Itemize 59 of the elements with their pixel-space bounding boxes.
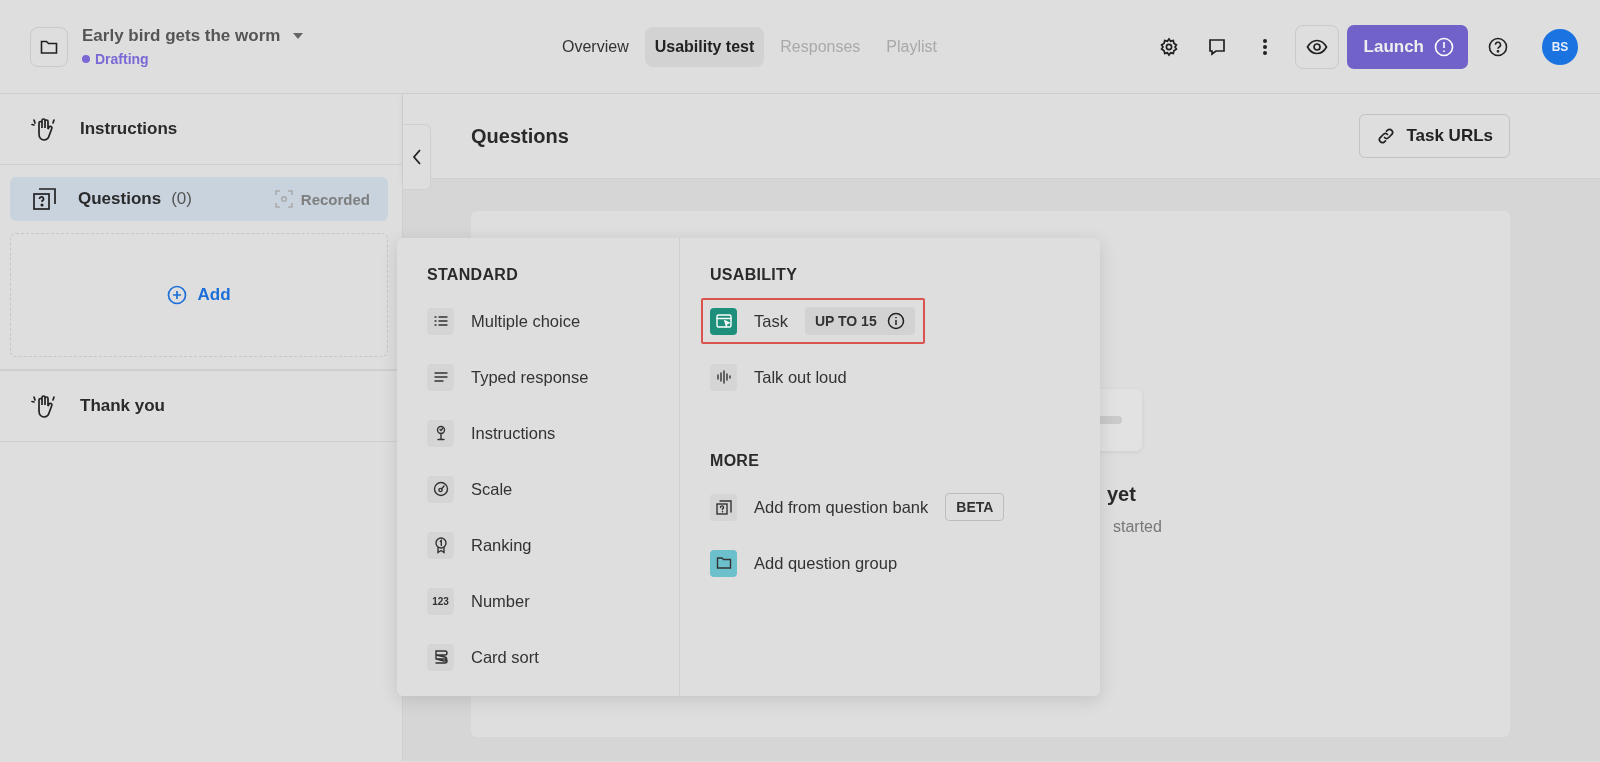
nav-tab[interactable]: Overview — [552, 26, 639, 67]
question-cards-icon — [714, 498, 733, 516]
menu-badge: BETA — [945, 493, 1005, 521]
empty-state-title: yet — [1107, 483, 1137, 506]
recorded-label: Recorded — [300, 190, 370, 208]
page-title: Questions — [471, 124, 570, 148]
settings-icon[interactable] — [1158, 36, 1179, 57]
menu-item[interactable]: Card sort — [418, 634, 549, 680]
menu-item[interactable]: 123 Number — [418, 578, 540, 624]
help-icon[interactable] — [1488, 36, 1508, 57]
comment-icon[interactable] — [1206, 36, 1227, 57]
sidebar-item[interactable]: Instructions — [0, 94, 402, 165]
folder-icon — [40, 38, 58, 55]
user-avatar[interactable]: BS — [1542, 28, 1578, 65]
section-heading: STANDARD — [427, 266, 519, 284]
menu-item[interactable]: Add question group — [701, 540, 908, 586]
waving-hand-icon — [30, 115, 58, 143]
section-heading: MORE — [710, 452, 761, 470]
status-label: Drafting — [95, 51, 149, 67]
folder-icon — [714, 554, 733, 572]
eye-icon — [1305, 38, 1328, 55]
menu-item[interactable]: Talk out loud — [701, 354, 857, 400]
record-frame-icon — [274, 190, 293, 208]
waving-hand-icon — [30, 392, 58, 420]
sound-wave-icon — [714, 368, 733, 386]
more-icon[interactable] — [1261, 36, 1268, 57]
task-urls-button[interactable]: Task URLs — [1359, 114, 1510, 158]
gauge-icon — [431, 480, 450, 498]
add-button[interactable]: Add — [161, 284, 237, 306]
section-heading: USABILITY — [710, 266, 799, 284]
plus-circle-icon — [167, 285, 188, 305]
question-count: (0) — [171, 189, 192, 209]
menu-item[interactable]: Multiple choice — [418, 298, 591, 344]
menu-item[interactable]: Task UP TO 15 — [701, 298, 925, 344]
number-icon: 123 — [427, 587, 454, 615]
menu-item[interactable]: Instructions — [418, 410, 566, 456]
sidebar-item[interactable]: Questions (0) Recorded — [10, 177, 388, 221]
link-icon — [1376, 126, 1397, 146]
menu-item[interactable]: Typed response — [418, 354, 599, 400]
question-cards-icon — [32, 186, 58, 212]
menu-badge: UP TO 15 — [804, 307, 915, 335]
folder-button[interactable] — [30, 26, 68, 67]
menu-item[interactable]: Scale — [418, 466, 523, 512]
empty-state-text: started — [1113, 518, 1163, 536]
caret-icon[interactable] — [292, 32, 305, 40]
nav-tab[interactable]: Usability test — [644, 26, 765, 67]
alert-icon — [1434, 36, 1454, 57]
info-icon[interactable] — [886, 312, 905, 330]
item-label: Thank you — [80, 396, 165, 416]
menu-item[interactable]: Ranking — [418, 522, 542, 568]
menu-item[interactable]: Add from question bank BETA — [701, 484, 1015, 530]
launch-button[interactable]: Launch — [1346, 24, 1468, 69]
item-label: Questions — [78, 189, 162, 209]
project-title: Early bird gets the worm — [82, 26, 281, 46]
chevron-left-icon — [411, 149, 422, 165]
preview-button[interactable] — [1294, 24, 1339, 69]
status-dot — [82, 55, 90, 63]
item-label: Instructions — [80, 119, 178, 139]
browser-cursor-icon — [714, 312, 733, 330]
